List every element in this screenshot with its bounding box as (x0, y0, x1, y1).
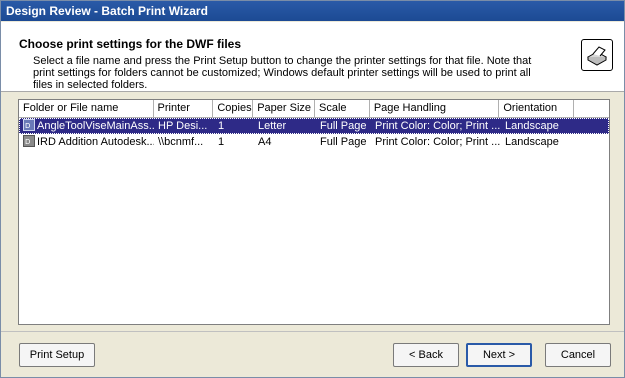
orientation-cell: Landscape (505, 136, 559, 148)
column-header[interactable]: Folder or File name (19, 100, 154, 117)
column-header-empty (574, 100, 609, 117)
table-row[interactable]: D IRD Addition Autodesk... \\bcnmf... 1 A… (19, 134, 609, 150)
file-name: IRD Addition Autodesk... (37, 136, 154, 148)
file-name: AngleToolViseMainAss... (37, 120, 154, 132)
window-title: Design Review - Batch Print Wizard (6, 4, 208, 18)
column-header[interactable]: Copies (213, 100, 254, 117)
page-handling-cell: Print Color: Color; Print ... (375, 136, 501, 148)
cancel-button[interactable]: Cancel (545, 343, 611, 367)
scale-cell: Full Page (320, 120, 367, 132)
orientation-cell: Landscape (505, 120, 559, 132)
print-setup-button[interactable]: Print Setup (19, 343, 95, 367)
title-bar[interactable]: Design Review - Batch Print Wizard (1, 1, 624, 21)
copies-cell: 1 (218, 136, 225, 148)
next-button[interactable]: Next > (466, 343, 532, 367)
table-row[interactable]: D AngleToolViseMainAss... HP Desi... 1 Le… (19, 118, 609, 134)
file-name-cell: D AngleToolViseMainAss... (19, 118, 154, 134)
page-description: Select a file name and press the Print S… (33, 55, 532, 91)
printer-cell: \\bcnmf... (158, 136, 204, 148)
file-name-cell: D IRD Addition Autodesk... (19, 134, 154, 150)
column-header[interactable]: Paper Size (253, 100, 315, 117)
file-list[interactable]: Folder or File name Printer Copies Paper… (18, 99, 610, 325)
column-header[interactable]: Orientation (499, 100, 575, 117)
wizard-header: Choose print settings for the DWF files … (1, 22, 624, 92)
scale-cell: Full Page (320, 136, 367, 148)
copies-cell: 1 (218, 120, 225, 132)
printer-icon (581, 39, 613, 71)
list-header: Folder or File name Printer Copies Paper… (19, 100, 609, 118)
button-bar: Print Setup < Back Next > Cancel (1, 331, 624, 378)
printer-cell: HP Desi... (158, 120, 208, 132)
svg-text:D: D (25, 138, 30, 146)
paper-size-cell: Letter (258, 120, 287, 132)
batch-print-wizard-window: Design Review - Batch Print Wizard Choos… (0, 0, 625, 378)
back-button[interactable]: < Back (393, 343, 459, 367)
page-title: Choose print settings for the DWF files (19, 37, 242, 51)
column-header[interactable]: Printer (154, 100, 214, 117)
dwf-file-icon: D (23, 135, 35, 147)
page-handling-cell: Print Color: Color; Print ... (375, 120, 501, 132)
column-header[interactable]: Scale (315, 100, 370, 117)
svg-text:D: D (25, 122, 30, 130)
paper-size-cell: A4 (258, 136, 272, 148)
column-header[interactable]: Page Handling (370, 100, 500, 117)
dwf-file-icon: D (23, 119, 35, 131)
